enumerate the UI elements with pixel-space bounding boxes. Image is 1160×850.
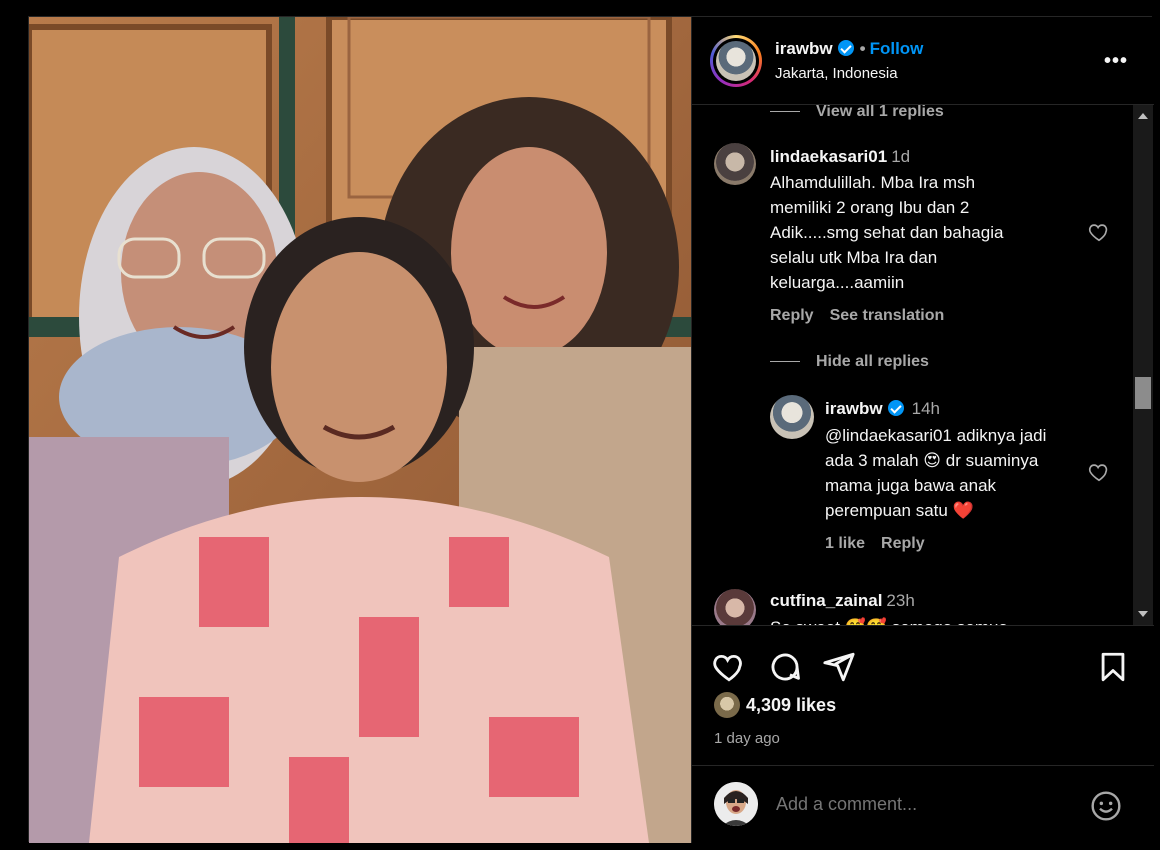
hide-replies-button[interactable]: Hide all replies	[770, 353, 929, 371]
comment-time: 23h	[886, 591, 915, 610]
reply-line: perempuan satu ❤️	[825, 501, 974, 520]
reply-actions: 1 like Reply	[825, 535, 941, 553]
add-comment-bar	[692, 765, 1154, 843]
likes-count[interactable]: 4,309 likes	[746, 695, 836, 716]
reply-button[interactable]: Reply	[770, 307, 814, 324]
reply-line: mama juga bawa anak	[825, 476, 997, 495]
hide-replies-label: Hide all replies	[816, 353, 929, 370]
like-comment-heart-icon[interactable]	[1088, 221, 1110, 243]
reply-line: ada 3 malah 😍 dr suaminya	[825, 451, 1039, 470]
post-photo[interactable]	[29, 17, 691, 843]
author-avatar[interactable]	[710, 35, 762, 87]
comment-icon[interactable]	[768, 650, 802, 684]
author-row: irawbw • Follow	[775, 39, 923, 59]
comment-username[interactable]: cutfina_zainal	[770, 591, 882, 610]
post-location[interactable]: Jakarta, Indonesia	[775, 65, 898, 82]
author-username[interactable]: irawbw	[775, 39, 833, 58]
post-date[interactable]: 1 day ago	[714, 730, 780, 747]
replies-dash	[770, 111, 800, 113]
reply-username[interactable]: irawbw	[825, 399, 883, 418]
reply-line: @lindaekasari01 adiknya jadi	[825, 426, 1047, 445]
comment-line: memiliki 2 orang Ibu dan 2	[770, 198, 970, 217]
comments-list: View all 1 replies lindaekasari01 1d Alha…	[692, 105, 1134, 625]
like-reply-heart-icon[interactable]	[1088, 461, 1110, 483]
comment-line: selalu utk Mba Ira dan	[770, 248, 938, 267]
separator-dot: •	[859, 39, 866, 58]
heart-icon[interactable]	[712, 650, 746, 684]
replies-dash	[770, 361, 800, 363]
avatar-image	[716, 41, 756, 81]
verified-badge-icon	[837, 40, 854, 56]
comment-line: keluarga....aamiin	[770, 273, 905, 292]
comment-header: cutfina_zainal 23h	[770, 591, 915, 611]
commenter-avatar[interactable]	[714, 589, 756, 625]
post-header: irawbw • Follow Jakarta, Indonesia •••	[692, 17, 1154, 105]
see-translation-button[interactable]: See translation	[830, 307, 945, 324]
commenter-avatar[interactable]	[714, 143, 756, 185]
window: irawbw • Follow Jakarta, Indonesia ••• Vie…	[0, 0, 1160, 850]
comment-username[interactable]: lindaekasari01	[770, 147, 887, 166]
share-icon[interactable]	[822, 650, 856, 684]
comment-text: Alhamdulillah. Mba Ira msh memiliki 2 or…	[770, 170, 1090, 295]
bookmark-icon[interactable]	[1096, 650, 1130, 684]
follow-button[interactable]: Follow	[870, 39, 924, 58]
reply-time: 14h	[911, 399, 940, 418]
comment-header: lindaekasari01 1d	[770, 147, 910, 167]
photo-illustration	[29, 17, 691, 843]
liker-avatar	[714, 692, 740, 718]
current-user-avatar	[714, 782, 758, 826]
reply-header: irawbw 14h	[825, 399, 940, 419]
comment-time: 1d	[891, 147, 911, 166]
comment-line: Adik.....smg sehat dan bahagia	[770, 223, 1004, 242]
more-options-icon[interactable]: •••	[1104, 51, 1128, 71]
current-user-avatar-art	[714, 782, 758, 826]
add-comment-input[interactable]	[776, 794, 1076, 815]
reply-text: @lindaekasari01 adiknya jadi ada 3 malah…	[825, 423, 1105, 523]
scroll-up-arrow-icon[interactable]	[1138, 113, 1148, 119]
view-replies-label: View all 1 replies	[816, 105, 944, 120]
comments-scrollbar[interactable]	[1133, 105, 1153, 625]
reply-author-avatar[interactable]	[770, 395, 814, 439]
post-dialog: irawbw • Follow Jakarta, Indonesia ••• Vie…	[28, 16, 1154, 843]
comment-line: Alhamdulillah. Mba Ira msh	[770, 173, 976, 192]
comment-actions: Reply See translation	[770, 307, 960, 325]
verified-badge-icon	[887, 400, 904, 416]
emoji-icon[interactable]	[1090, 790, 1122, 822]
post-side-panel: irawbw • Follow Jakarta, Indonesia ••• Vie…	[691, 17, 1154, 843]
scrollbar-thumb[interactable]	[1135, 377, 1151, 409]
scroll-down-arrow-icon[interactable]	[1138, 611, 1148, 617]
reply-likes[interactable]: 1 like	[825, 535, 865, 552]
comment-text: So sweet 🥰🥰 semoga semua	[770, 615, 1090, 625]
post-actions: 4,309 likes 1 day ago	[692, 625, 1154, 765]
view-replies-button[interactable]: View all 1 replies	[770, 105, 944, 121]
reply-button[interactable]: Reply	[881, 535, 925, 552]
avatar-border	[713, 38, 759, 84]
